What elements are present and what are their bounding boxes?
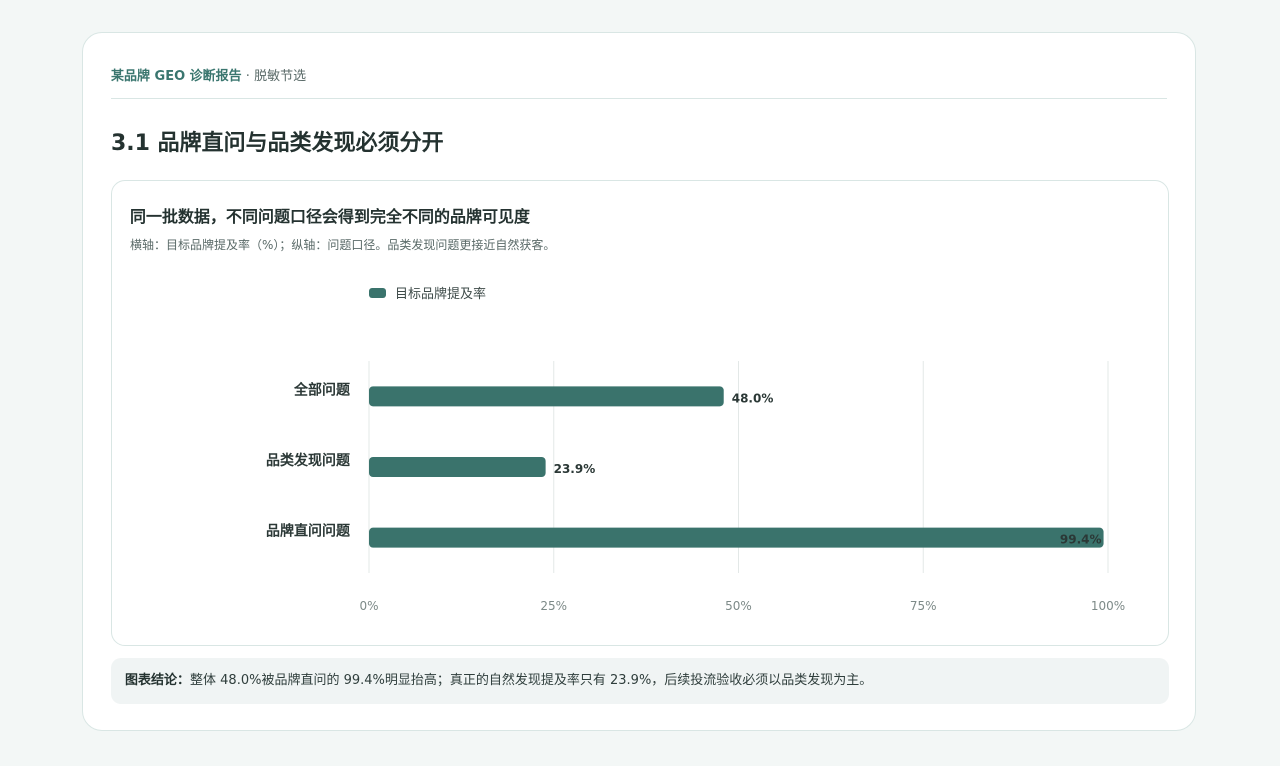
x-tick-label: 100% <box>1091 599 1125 613</box>
report-header: 某品牌 GEO 诊断报告 · 脱敏节选 <box>111 65 306 84</box>
x-tick-label: 75% <box>910 599 937 613</box>
page-title: 3.1 品牌直问与品类发现必须分开 <box>111 131 444 156</box>
x-tick-label: 50% <box>725 599 752 613</box>
report-card: 某品牌 GEO 诊断报告 · 脱敏节选 3.1 品牌直问与品类发现必须分开 同一… <box>82 32 1196 731</box>
report-brand: 某品牌 GEO 诊断报告 <box>111 69 242 84</box>
conclusion-label: 图表结论： <box>125 673 191 688</box>
bar-value-label: 23.9% <box>554 462 596 476</box>
legend-swatch <box>369 288 386 298</box>
legend-label: 目标品牌提及率 <box>395 286 486 302</box>
conclusion-text: 整体 48.0%被品牌直问的 99.4%明显抬高；真正的自然发现提及率只有 23… <box>190 673 873 688</box>
header-divider <box>111 98 1167 99</box>
y-category-label: 品牌直问问题 <box>266 523 351 540</box>
bar <box>369 527 1104 548</box>
y-category-label: 品类发现问题 <box>266 452 351 469</box>
x-tick-label: 25% <box>540 599 567 613</box>
report-tag: 脱敏节选 <box>254 69 307 84</box>
bar <box>369 386 724 407</box>
bar <box>369 457 546 477</box>
header-separator: · <box>245 69 250 84</box>
y-category-label: 全部问题 <box>293 381 351 398</box>
chart-panel: 同一批数据，不同问题口径会得到完全不同的品牌可见度 横轴：目标品牌提及率（%）；… <box>111 180 1169 646</box>
bar-chart: 0% 25% 50% 75% 100% 目标品牌提及率全部问题 48.0% 品类发现问题 23.… <box>266 286 1125 613</box>
chart-conclusion: 图表结论：整体 48.0%被品牌直问的 99.4%明显抬高；真正的自然发现提及率… <box>111 658 1169 704</box>
bar-value-label: 99.4% <box>1060 533 1102 547</box>
bar-value-label: 48.0% <box>732 391 774 405</box>
x-tick-label: 0% <box>359 599 378 613</box>
